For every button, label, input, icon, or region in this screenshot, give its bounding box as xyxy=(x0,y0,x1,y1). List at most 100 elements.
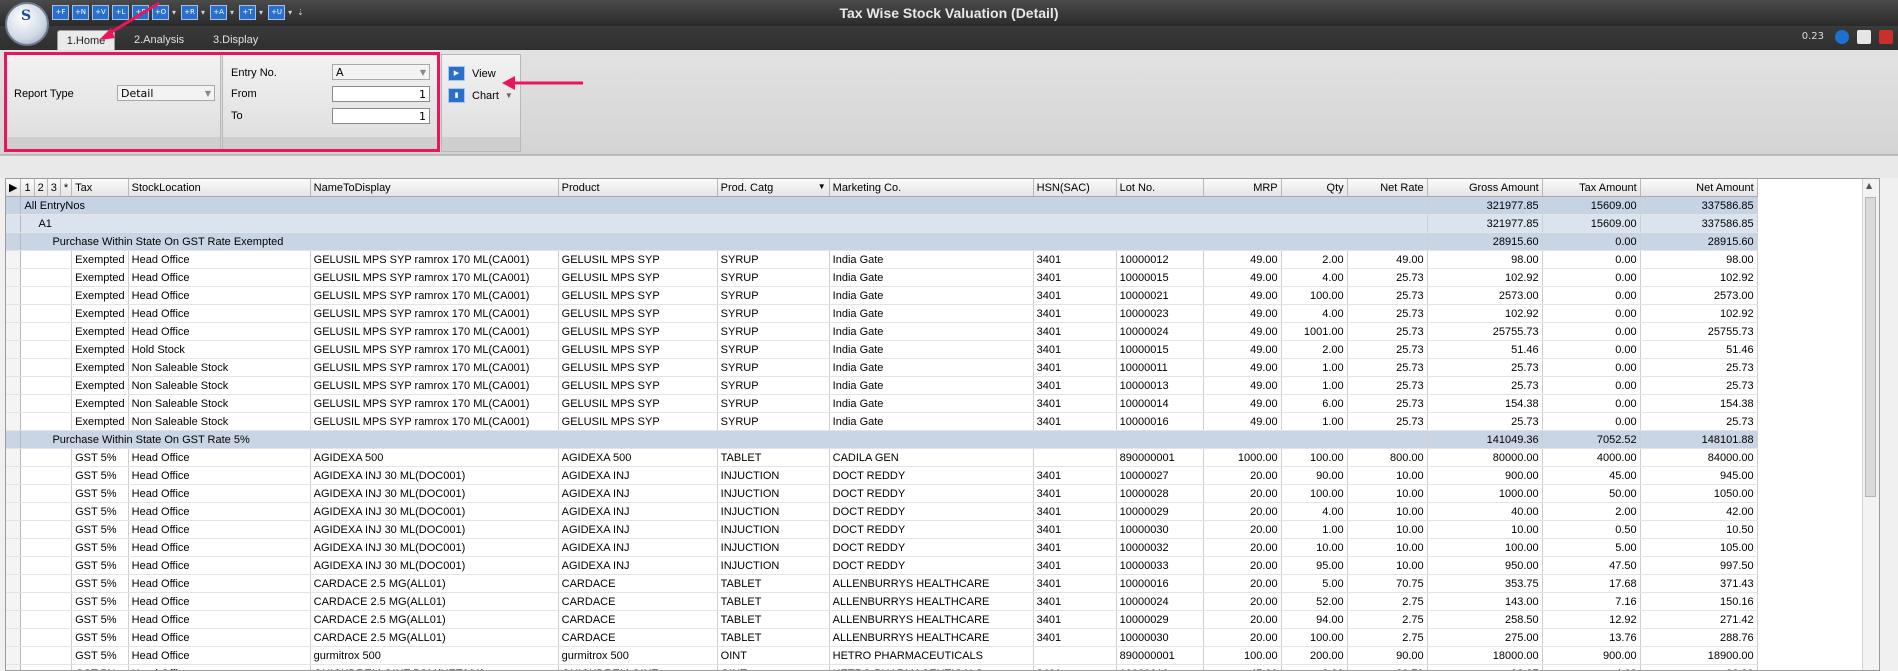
row-selector[interactable] xyxy=(6,665,21,671)
row-selector[interactable] xyxy=(6,197,21,215)
help-icon[interactable] xyxy=(1835,30,1849,44)
row-selector[interactable] xyxy=(6,233,21,251)
col-qty[interactable]: Qty xyxy=(1281,179,1347,197)
row-selector[interactable] xyxy=(6,575,21,593)
cell-gross-amount: 80000.00 xyxy=(1427,449,1542,467)
table-row[interactable]: ExemptedHead OfficeGELUSIL MPS SYP ramro… xyxy=(6,251,1757,269)
table-row[interactable]: ExemptedHead OfficeGELUSIL MPS SYP ramro… xyxy=(6,323,1757,341)
row-selector[interactable] xyxy=(6,539,21,557)
row-selector[interactable] xyxy=(6,503,21,521)
cell-net-amount: 288.76 xyxy=(1640,629,1757,647)
cell-product: GELUSIL MPS SYP xyxy=(558,251,717,269)
cell-tax: Exempted xyxy=(72,251,129,269)
col-mrp[interactable]: MRP xyxy=(1203,179,1281,197)
cell-net-amount: 25.73 xyxy=(1640,359,1757,377)
cell-name: AGIDEXA INJ 30 ML(DOC001) xyxy=(310,539,558,557)
row-selector[interactable] xyxy=(6,485,21,503)
filter-dropdown-icon[interactable]: ▼ xyxy=(818,182,826,191)
level-3-button[interactable]: 3 xyxy=(47,179,60,197)
row-selector[interactable] xyxy=(6,305,21,323)
chart-icon: ▮ xyxy=(448,88,465,103)
row-selector[interactable] xyxy=(6,413,21,431)
scrollbar-thumb[interactable] xyxy=(1865,197,1876,497)
table-row[interactable]: GST 5%Head OfficeAGIDEXA INJ 30 ML(DOC00… xyxy=(6,503,1757,521)
col-marketing-co[interactable]: Marketing Co. xyxy=(829,179,1033,197)
group-row[interactable]: All EntryNos321977.8515609.00337586.85 xyxy=(6,197,1757,215)
app-logo[interactable]: S xyxy=(5,2,49,46)
table-row[interactable]: GST 5%Head OfficeCARDACE 2.5 MG(ALL01)CA… xyxy=(6,611,1757,629)
table-row[interactable]: ExemptedHead OfficeGELUSIL MPS SYP ramro… xyxy=(6,287,1757,305)
level-1-button[interactable]: 1 xyxy=(21,179,34,197)
table-row[interactable]: GST 5%Head OfficeAGIDEXA INJ 30 ML(DOC00… xyxy=(6,521,1757,539)
row-selector[interactable] xyxy=(6,215,21,233)
col-name-to-display[interactable]: NameToDisplay xyxy=(310,179,558,197)
table-row[interactable]: ExemptedNon Saleable StockGELUSIL MPS SY… xyxy=(6,413,1757,431)
table-row[interactable]: GST 5%Head OfficeCARDACE 2.5 MG(ALL01)CA… xyxy=(6,575,1757,593)
table-row[interactable]: GST 5%Head OfficeAGIDEXA 500AGIDEXA 500T… xyxy=(6,449,1757,467)
row-selector[interactable] xyxy=(6,611,21,629)
col-hsn[interactable]: HSN(SAC) xyxy=(1033,179,1116,197)
row-selector[interactable] xyxy=(6,323,21,341)
scroll-up-icon[interactable]: ▲ xyxy=(1866,181,1872,190)
row-selector[interactable] xyxy=(6,521,21,539)
table-row[interactable]: ExemptedNon Saleable StockGELUSIL MPS SY… xyxy=(6,359,1757,377)
cell-hsn: 3401 xyxy=(1033,503,1116,521)
row-selector[interactable] xyxy=(6,647,21,665)
tab-display[interactable]: 3.Display xyxy=(213,30,273,50)
table-row[interactable]: GST 5%Head OfficeCARDACE 2.5 MG(ALL01)CA… xyxy=(6,629,1757,647)
row-selector[interactable] xyxy=(6,359,21,377)
group-row[interactable]: A1321977.8515609.00337586.85 xyxy=(6,215,1757,233)
row-selector[interactable] xyxy=(6,629,21,647)
col-tax[interactable]: Tax xyxy=(72,179,129,197)
cell-net-rate: 25.73 xyxy=(1347,413,1427,431)
table-row[interactable]: ExemptedHold StockGELUSIL MPS SYP ramrox… xyxy=(6,341,1757,359)
col-stock-location[interactable]: StockLocation xyxy=(128,179,310,197)
table-row[interactable]: GST 5%Head OfficeAGIDEXA INJ 30 ML(DOC00… xyxy=(6,467,1757,485)
table-row[interactable]: GST 5%Head OfficeAGIDEXA INJ 30 ML(DOC00… xyxy=(6,557,1757,575)
table-row[interactable]: GST 5%Head OfficeCARDACE 2.5 MG(ALL01)CA… xyxy=(6,593,1757,611)
cell-name: CARDACE 2.5 MG(ALL01) xyxy=(310,593,558,611)
table-row[interactable]: ExemptedHead OfficeGELUSIL MPS SYP ramro… xyxy=(6,305,1757,323)
row-selector[interactable] xyxy=(6,341,21,359)
cell-product: AGIDEXA INJ xyxy=(558,503,717,521)
cell-stock-location: Head Office xyxy=(128,647,310,665)
exit-icon[interactable] xyxy=(1879,30,1893,44)
table-row[interactable]: ExemptedHead OfficeGELUSIL MPS SYP ramro… xyxy=(6,269,1757,287)
row-selector[interactable] xyxy=(6,377,21,395)
row-selector[interactable] xyxy=(6,593,21,611)
cell-stock-location: Non Saleable Stock xyxy=(128,395,310,413)
row-selector[interactable] xyxy=(6,467,21,485)
col-tax-amount[interactable]: Tax Amount xyxy=(1542,179,1640,197)
row-selector[interactable] xyxy=(6,251,21,269)
row-selector[interactable] xyxy=(6,431,21,449)
cell-tax: Exempted xyxy=(72,269,129,287)
table-row[interactable]: GST 5%Head OfficeAGIDEXA INJ 30 ML(DOC00… xyxy=(6,539,1757,557)
row-selector[interactable] xyxy=(6,287,21,305)
col-net-amount[interactable]: Net Amount xyxy=(1640,179,1757,197)
row-selector[interactable] xyxy=(6,557,21,575)
level-all-button[interactable]: * xyxy=(60,179,71,197)
table-row[interactable]: ExemptedNon Saleable StockGELUSIL MPS SY… xyxy=(6,395,1757,413)
col-product[interactable]: Product xyxy=(558,179,717,197)
row-selector[interactable] xyxy=(6,449,21,467)
table-row[interactable]: GST 5%Head Officegurmitrox 500gurmitrox … xyxy=(6,647,1757,665)
level-2-button[interactable]: 2 xyxy=(34,179,47,197)
col-gross-amount[interactable]: Gross Amount xyxy=(1427,179,1542,197)
vertical-scrollbar[interactable]: ▲ xyxy=(1862,179,1879,670)
group-row[interactable]: Purchase Within State On GST Rate 5%1410… xyxy=(6,431,1757,449)
group-row[interactable]: Purchase Within State On GST Rate Exempt… xyxy=(6,233,1757,251)
cell-marketing-co: DOCT REDDY xyxy=(829,557,1033,575)
group-label: Purchase Within State On GST Rate Exempt… xyxy=(21,233,1427,251)
cell-qty: 1.00 xyxy=(1281,413,1347,431)
table-row[interactable]: GST 5%Head OfficeAGIDEXA INJ 30 ML(DOC00… xyxy=(6,485,1757,503)
row-selector[interactable] xyxy=(6,269,21,287)
table-row[interactable]: ExemptedNon Saleable StockGELUSIL MPS SY… xyxy=(6,377,1757,395)
col-lot-no[interactable]: Lot No. xyxy=(1116,179,1203,197)
row-selector[interactable] xyxy=(6,395,21,413)
cell-tax: Exempted xyxy=(72,377,129,395)
document-icon[interactable] xyxy=(1857,30,1871,44)
view-button[interactable]: ▶ View xyxy=(448,66,496,81)
col-prod-catg[interactable]: Prod. Catg▼ xyxy=(717,179,829,197)
col-net-rate[interactable]: Net Rate xyxy=(1347,179,1427,197)
table-row[interactable]: GST 5%Head OfficeQUICKDREM OINT 5GM(HET0… xyxy=(6,665,1757,671)
